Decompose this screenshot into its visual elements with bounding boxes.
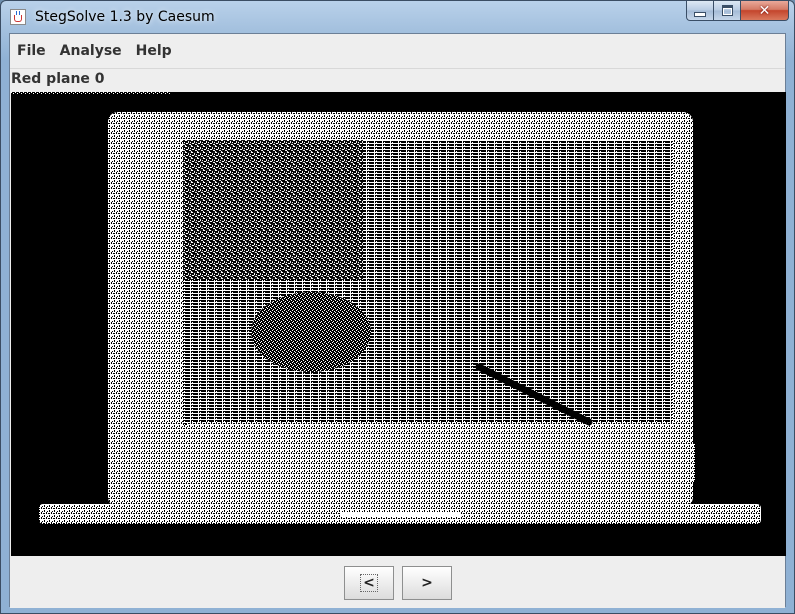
minimize-icon	[694, 11, 706, 17]
maximize-icon	[721, 5, 733, 16]
java-app-icon[interactable]	[10, 9, 26, 25]
menu-bar: File Analyse Help	[10, 34, 785, 69]
navigation-bar: < >	[10, 556, 785, 608]
plane-label: Red plane 0	[11, 71, 105, 87]
minimize-button[interactable]	[686, 1, 714, 21]
close-button[interactable]: ✕	[741, 1, 789, 21]
bitplane-image	[11, 92, 786, 556]
menu-analyse[interactable]: Analyse	[53, 34, 129, 68]
previous-label: <	[360, 574, 378, 592]
close-icon: ✕	[758, 2, 771, 19]
client-area: File Analyse Help Red plane 0 < >	[9, 33, 786, 608]
title-bar[interactable]: StegSolve 1.3 by Caesum ✕	[1, 1, 794, 33]
maximize-button[interactable]	[714, 1, 741, 21]
window-controls: ✕	[686, 1, 789, 23]
next-label: >	[421, 575, 433, 591]
menu-help[interactable]: Help	[129, 34, 179, 68]
application-window: StegSolve 1.3 by Caesum ✕ File Analyse H…	[0, 0, 795, 614]
menu-file[interactable]: File	[10, 34, 53, 68]
image-view[interactable]	[11, 92, 786, 556]
previous-button[interactable]: <	[344, 566, 394, 600]
window-title: StegSolve 1.3 by Caesum	[35, 9, 215, 25]
next-button[interactable]: >	[402, 566, 452, 600]
